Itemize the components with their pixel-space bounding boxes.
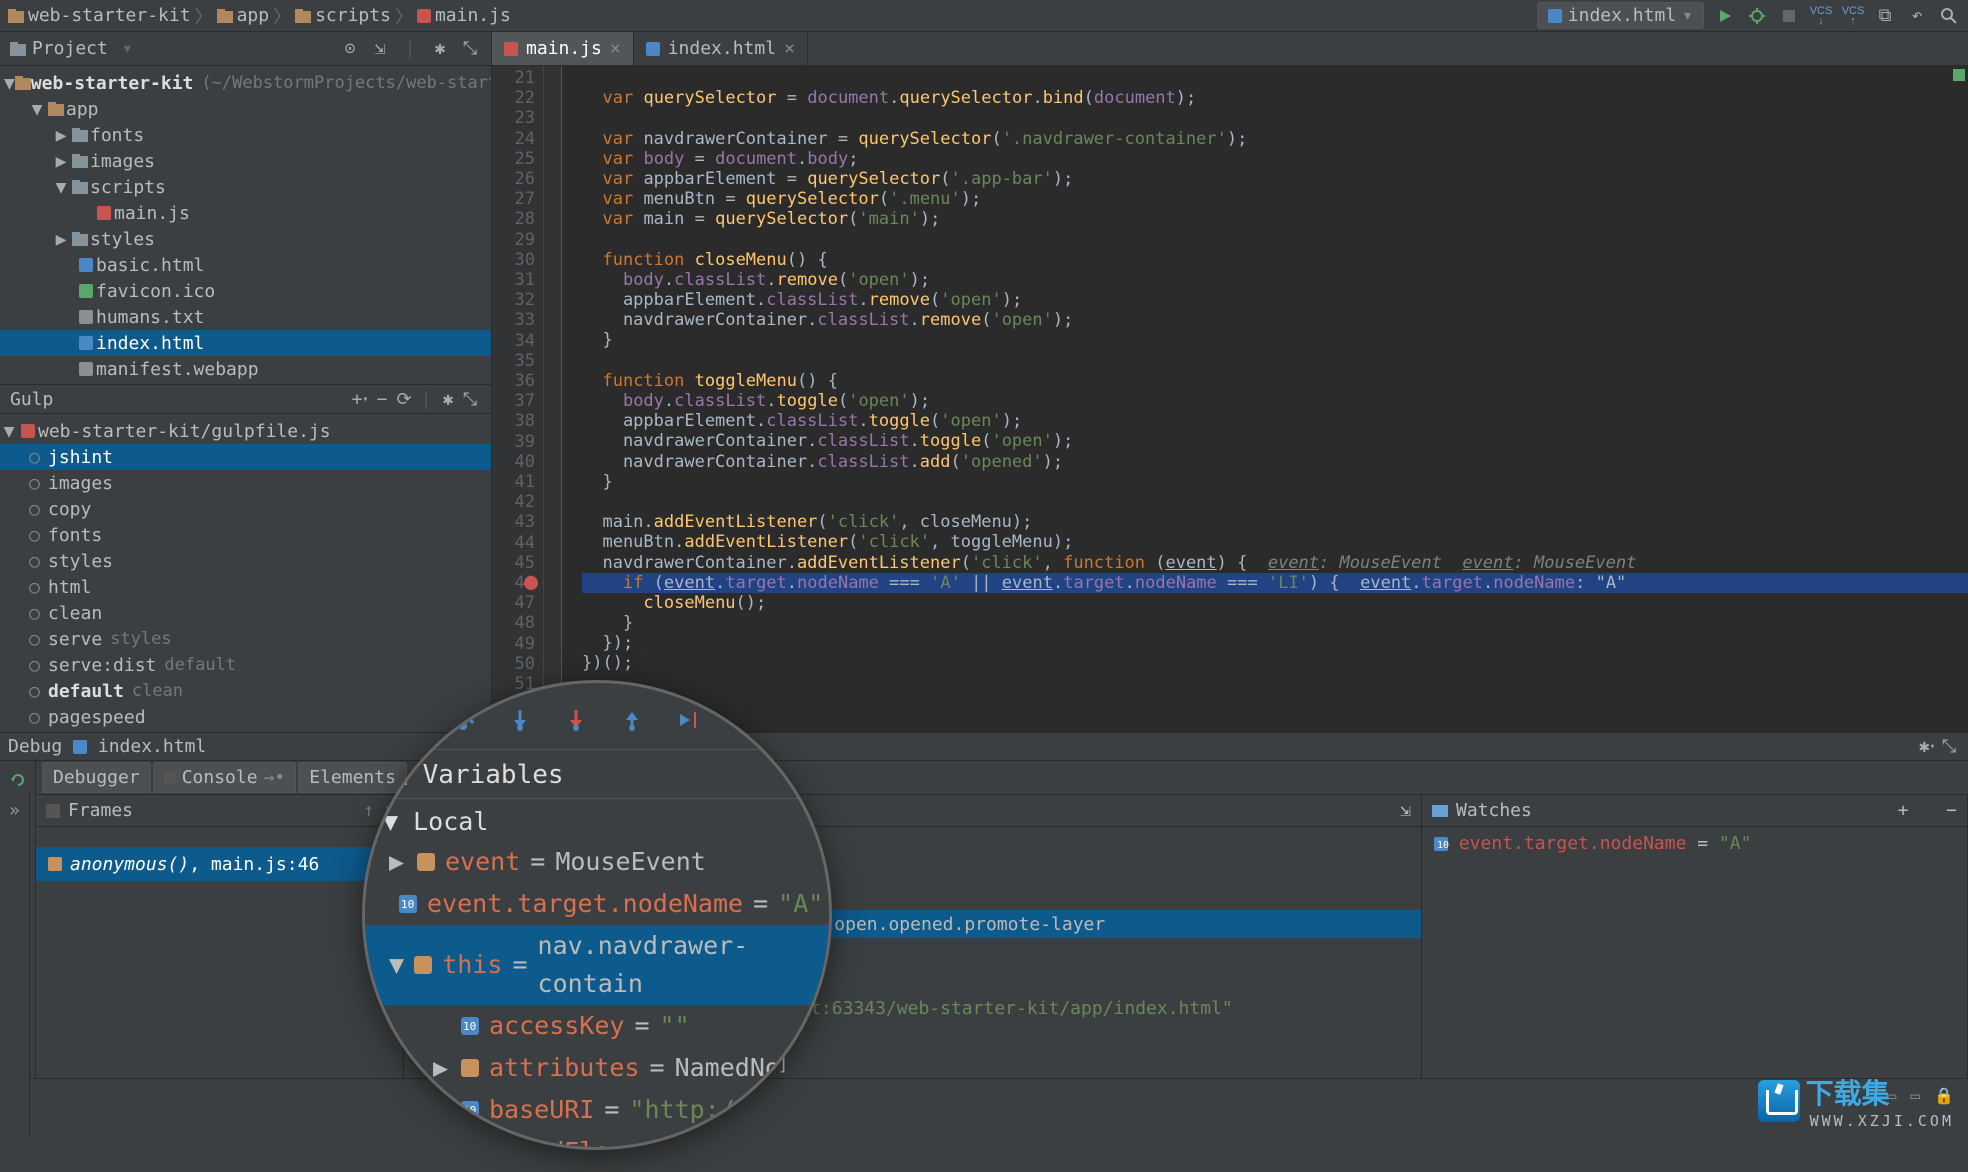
gear-icon[interactable]: ✱▾ (1916, 736, 1938, 758)
force-step-into-icon[interactable] (561, 705, 591, 735)
add-icon[interactable]: +▾ (349, 388, 371, 410)
svg-text:10: 10 (401, 898, 414, 911)
chevron-right-icon: 〉 (195, 3, 213, 29)
collapse-icon[interactable]: ⇲ (369, 38, 391, 60)
watches-pane: Watches+ − 10 event.target.nodeName = "A… (1422, 795, 1968, 1078)
gear-icon[interactable]: ✱ (437, 388, 459, 410)
tab-console[interactable]: Console→• (153, 762, 297, 793)
inspection-indicator[interactable] (1953, 69, 1965, 81)
watch-item[interactable]: 10 event.target.nodeName = "A" (1422, 827, 1967, 860)
debug-target: index.html (98, 736, 206, 757)
svg-text:10: 10 (463, 1020, 476, 1033)
line-gutter[interactable]: 2122232425262728293031323334353637383940… (492, 66, 544, 732)
code-area[interactable]: var querySelector = document.querySelect… (562, 66, 1968, 732)
step-into-icon[interactable] (505, 705, 535, 735)
status-bar: ▭ ▭ 🔒 (0, 1078, 1968, 1112)
debug-button[interactable] (1746, 5, 1768, 27)
breadcrumb-item[interactable]: web-starter-kit (8, 5, 191, 26)
hide-icon[interactable]: ⤡ (459, 388, 481, 410)
svg-text:10: 10 (1437, 840, 1449, 851)
svg-text:10: 10 (463, 1146, 476, 1150)
close-icon[interactable]: × (784, 38, 795, 59)
debug-title: Debug (8, 736, 62, 757)
breadcrumb-item[interactable]: main.js (417, 5, 511, 26)
run-to-cursor-icon[interactable] (673, 705, 703, 735)
watermark: 下载集 WWW.XZJI.COM (1758, 1072, 1954, 1130)
close-icon[interactable]: × (610, 38, 621, 59)
divider-icon: | (415, 388, 437, 410)
show-exec-icon[interactable] (393, 705, 423, 735)
stack-frame[interactable]: anonymous(), main.js:46 (36, 847, 403, 881)
watermark-logo-icon (1758, 1080, 1800, 1122)
step-out-icon[interactable] (617, 705, 647, 735)
toolbar-icon[interactable]: ⧉ (1874, 5, 1896, 27)
locate-icon[interactable]: ⊙ (339, 38, 361, 60)
search-icon[interactable] (1938, 5, 1960, 27)
vcs-update-icon[interactable]: VCS↓ (1810, 5, 1832, 27)
chevron-right-icon: 〉 (273, 3, 291, 29)
tab-index[interactable]: index.html× (634, 32, 808, 65)
tool-window-stripe: » (0, 792, 30, 1138)
svg-text:10: 10 (463, 1104, 476, 1117)
hide-icon[interactable]: ⤡ (459, 38, 481, 60)
editor-tabs: main.js× index.html× (492, 32, 1968, 66)
gear-icon[interactable]: ✱ (429, 38, 451, 60)
fold-gutter[interactable] (544, 66, 562, 732)
stop-button[interactable] (1778, 5, 1800, 27)
rerun-button[interactable] (5, 767, 31, 793)
vcs-commit-icon[interactable]: VCS↑ (1842, 5, 1864, 27)
step-over-icon[interactable] (449, 705, 479, 735)
tab-mainjs[interactable]: main.js× (492, 32, 634, 65)
refresh-icon[interactable]: ⟳ (393, 388, 415, 410)
tree-item-selected[interactable]: index.html (0, 330, 491, 356)
gulp-panel-header[interactable]: Gulp +▾ − ⟳ | ✱ ⤡ (0, 384, 491, 414)
breadcrumb-item[interactable]: scripts (295, 5, 391, 26)
add-watch-icon[interactable]: + (1898, 800, 1909, 821)
tab-debugger[interactable]: Debugger (42, 762, 151, 793)
restore-icon[interactable]: ⇲ (1400, 800, 1411, 821)
divider-icon: | (399, 38, 421, 60)
breadcrumb-item[interactable]: app (217, 5, 270, 26)
project-tree[interactable]: ▼web-starter-kit(~/WebstormProjects/web-… (0, 66, 491, 384)
hide-icon[interactable]: ⤡ (1938, 736, 1960, 758)
remove-watch-icon[interactable]: − (1946, 800, 1957, 821)
debug-panel: Debug index.html ✱▾ ⤡ ⚙ 📌 Debugger Conso… (0, 732, 1968, 1078)
evaluate-icon[interactable]: ▭ (729, 705, 759, 735)
revert-icon[interactable]: ↶ (1906, 5, 1928, 27)
project-selector[interactable]: Project▾ (10, 38, 339, 59)
project-sidebar: Project▾ ⊙ ⇲ | ✱ ⤡ ▼web-starter-kit(~/We… (0, 32, 492, 732)
tw-button[interactable]: » (3, 798, 27, 822)
run-button[interactable] (1714, 5, 1736, 27)
run-config-selector[interactable]: index.html ▾ (1537, 2, 1704, 29)
code-editor[interactable]: main.js× index.html× 2122232425262728293… (492, 32, 1968, 732)
remove-icon[interactable]: − (371, 388, 393, 410)
magnifier-overlay: ▭ Variables ▼ Local ▶ event = MouseEvent… (362, 680, 832, 1150)
chevron-right-icon: 〉 (395, 3, 413, 29)
frames-pane: Frames↑↓ anonymous(), main.js:46 (36, 795, 404, 1078)
breadcrumb-bar: web-starter-kit 〉 app 〉 scripts 〉 main.j… (0, 0, 1968, 32)
